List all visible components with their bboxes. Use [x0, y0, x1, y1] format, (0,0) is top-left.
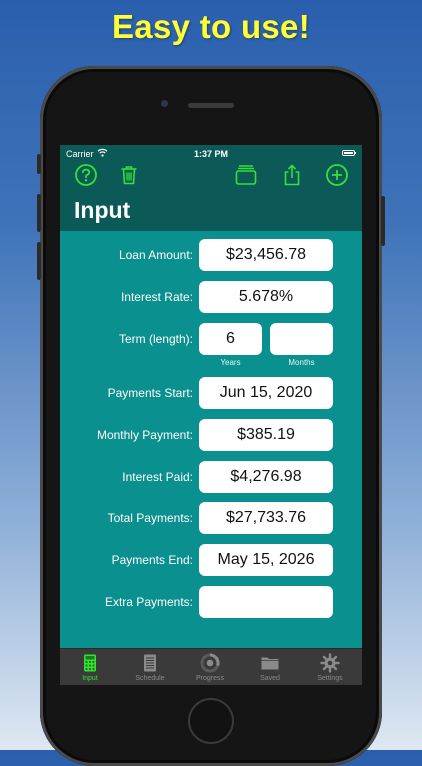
help-button[interactable]	[74, 163, 98, 187]
payments-end-label: Payments End:	[111, 553, 193, 567]
loan-amount-field[interactable]	[199, 239, 333, 271]
battery-tip	[355, 152, 356, 154]
tab-input[interactable]: Input	[60, 649, 120, 685]
tab-progress[interactable]: Progress	[180, 649, 240, 685]
add-button[interactable]	[325, 163, 349, 187]
tab-schedule-label: Schedule	[135, 675, 165, 682]
folder-icon	[261, 657, 279, 670]
loan-amount-row: Loan Amount:	[60, 239, 362, 271]
headline: Easy to use!	[111, 8, 310, 45]
gear-icon	[320, 653, 340, 673]
total-payments-row: Total Payments:	[60, 502, 362, 534]
home-button[interactable]	[188, 698, 234, 744]
extra-payments-field[interactable]	[199, 586, 333, 618]
interest-rate-row: Interest Rate:	[60, 281, 362, 313]
earpiece-speaker	[188, 103, 234, 108]
share-button[interactable]	[280, 163, 304, 187]
schedule-icon	[144, 654, 156, 672]
delete-button[interactable]	[117, 163, 141, 187]
interest-paid-label: Interest Paid:	[122, 470, 193, 484]
tab-settings[interactable]: Settings	[300, 649, 360, 685]
status-bar: Carrier 1:37 PM	[60, 145, 362, 163]
tab-saved[interactable]: Saved	[240, 649, 300, 685]
payments-start-label: Payments Start:	[107, 386, 193, 400]
interest-paid-row: Interest Paid:	[60, 461, 362, 493]
page-title: Input	[74, 197, 131, 223]
app-header: Carrier 1:37 PM Input	[60, 145, 362, 231]
payments-start-row: Payments Start:	[60, 377, 362, 409]
extra-payments-row: Extra Payments:	[60, 586, 362, 618]
progress-icon	[200, 653, 220, 673]
loan-amount-label: Loan Amount:	[118, 248, 193, 262]
app-screen: Carrier 1:37 PM Input Loan Amount: $23,4…	[60, 145, 362, 685]
share-icon	[284, 164, 300, 186]
interest-rate-label: Interest Rate:	[120, 290, 193, 304]
total-payments-field[interactable]	[199, 502, 333, 534]
payments-start-field[interactable]	[199, 377, 333, 409]
volume-down-button	[37, 242, 41, 280]
tab-bar: Input Schedule Progress Saved Settings	[60, 648, 362, 685]
total-payments-label: Total Payments:	[107, 511, 193, 525]
term-years-field[interactable]	[199, 323, 262, 355]
tab-schedule[interactable]: Schedule	[120, 649, 180, 685]
months-caption: Months	[288, 358, 315, 367]
tab-saved-label: Saved	[260, 675, 280, 682]
stack-icon	[235, 165, 257, 185]
calculator-icon	[84, 654, 96, 672]
trash-icon	[121, 166, 137, 185]
mute-switch	[37, 154, 41, 174]
front-camera	[161, 100, 168, 107]
interest-paid-field[interactable]	[199, 461, 333, 493]
extra-payments-label: Extra Payments:	[104, 595, 193, 609]
saved-list-button[interactable]	[234, 163, 258, 187]
power-button	[381, 196, 385, 246]
payments-end-row: Payments End:	[60, 544, 362, 576]
term-label: Term (length):	[118, 332, 193, 346]
volume-up-button	[37, 194, 41, 232]
help-icon	[75, 164, 97, 186]
term-months-field[interactable]	[270, 323, 333, 355]
tab-progress-label: Progress	[195, 675, 224, 682]
years-caption: Years	[220, 358, 241, 367]
interest-rate-field[interactable]	[199, 281, 333, 313]
status-time: 1:37 PM	[193, 149, 228, 159]
monthly-payment-row: Monthly Payment:	[60, 419, 362, 451]
monthly-payment-field[interactable]	[199, 419, 333, 451]
monthly-payment-label: Monthly Payment:	[96, 428, 193, 442]
battery-icon	[342, 150, 355, 156]
add-icon	[326, 164, 348, 186]
term-row: Term (length): Years Months	[60, 323, 362, 367]
payments-end-field[interactable]	[199, 544, 333, 576]
tab-settings-label: Settings	[317, 675, 343, 682]
tab-input-label: Input	[82, 675, 98, 682]
